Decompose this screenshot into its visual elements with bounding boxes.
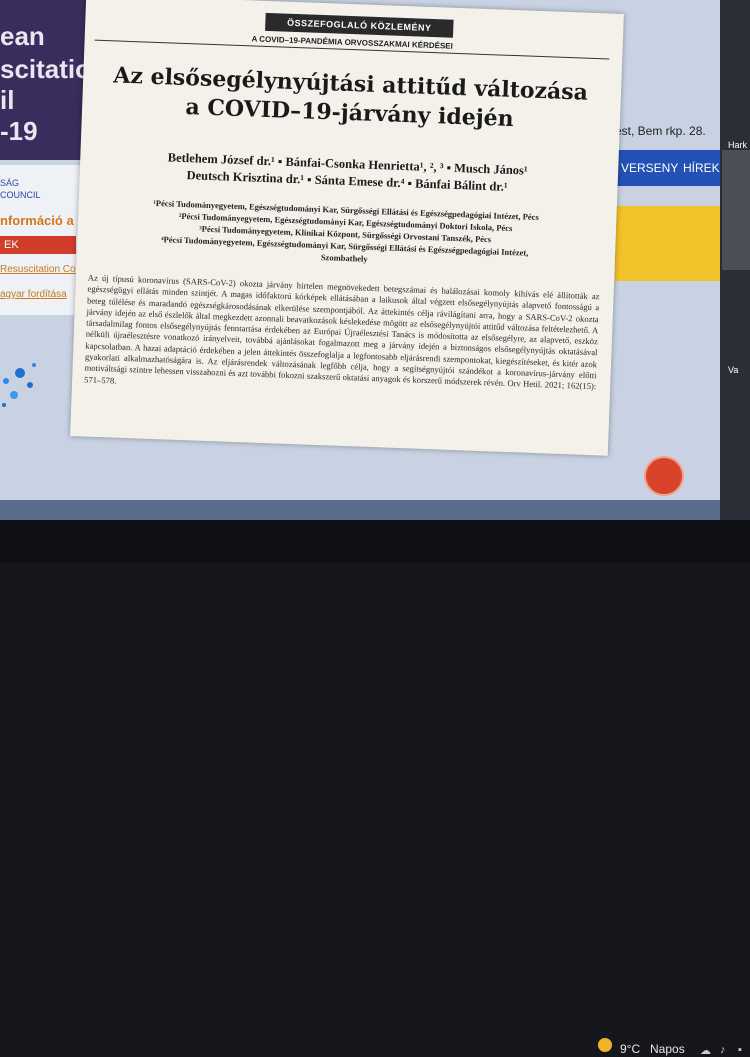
nav-item-hirek[interactable]: HÍREK <box>683 161 720 175</box>
banner-line: il <box>0 85 15 115</box>
translation-link[interactable]: agyar fordítása <box>0 289 67 300</box>
site-nav-bar: VERSENY HÍREK <box>615 150 720 186</box>
weather-label[interactable]: Napos <box>650 1042 685 1056</box>
author-list: Betlehem József dr.¹ ▪ Bánfai-Csonka Hen… <box>89 147 605 200</box>
participant-video-tile[interactable] <box>722 150 750 270</box>
participant-name: Hark <box>728 140 748 150</box>
tray-icon[interactable]: ▪ <box>738 1044 742 1056</box>
virus-graphic-icon <box>2 363 36 407</box>
record-button-icon[interactable] <box>644 456 684 496</box>
volume-icon[interactable]: ♪ <box>720 1044 726 1056</box>
monitor-screen: ean scitation il -19 SÁG COUNCIL nformác… <box>0 0 750 520</box>
section-label: ÖSSZEFOGLALÓ KÖZLEMÉNY <box>265 12 454 38</box>
banner-line: ean <box>0 21 45 51</box>
resuscitation-link[interactable]: Resuscitation Co <box>0 264 76 275</box>
council-label: SÁG <box>0 178 20 188</box>
yellow-banner <box>615 206 720 281</box>
network-icon[interactable]: ☁ <box>700 1044 711 1057</box>
windows-taskbar: 9°C Napos ☁ ♪ ▪ <box>0 520 750 1057</box>
news-button[interactable]: EK <box>0 236 76 254</box>
nav-item-verseny[interactable]: VERSENY <box>621 161 678 175</box>
abstract: Az új típusú koronavírus (SARS-CoV-2) ok… <box>84 273 600 405</box>
info-heading: nformáció a <box>0 213 74 228</box>
temperature[interactable]: 9°C <box>620 1042 640 1056</box>
shared-document-page: ÖSSZEFOGLALÓ KÖZLEMÉNY A COVID–19-PANDÉM… <box>70 0 624 456</box>
affiliations: ¹Pécsi Tudományegyetem, Egészségtudomány… <box>87 195 604 274</box>
article-title: Az elsősegélynyújtási attitűd változása … <box>92 61 609 138</box>
abstract-text: Az új típusú koronavírus (SARS-CoV-2) ok… <box>84 272 600 389</box>
banner-line: -19 <box>0 116 38 146</box>
participant-name: Va <box>728 365 739 375</box>
sun-icon <box>598 1038 612 1052</box>
council-label: COUNCIL <box>0 190 41 200</box>
address-text: est, Bem rkp. 28. <box>615 124 706 138</box>
